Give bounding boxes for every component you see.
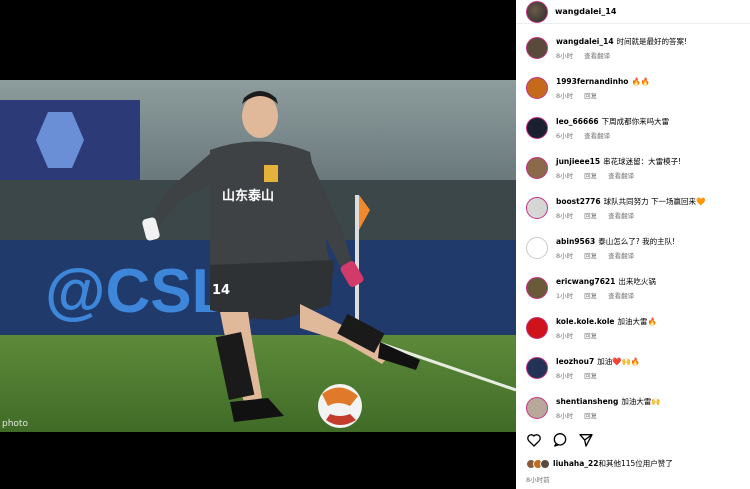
comment-text: 下周成都你来吗大雷 xyxy=(601,117,670,126)
commenter-avatar[interactable] xyxy=(526,397,548,419)
comment-text: 时间就是最好的答案! xyxy=(616,37,688,46)
reply-link[interactable]: 回复 xyxy=(584,250,597,260)
reply-link[interactable]: 回复 xyxy=(584,210,597,220)
comment-item: leozhou7 加油❤️🙌🔥 8小时 回复 xyxy=(526,356,744,380)
comment-text: 串花球迷留：大雷模子! xyxy=(603,157,682,166)
likes-summary[interactable]: liuhaha_22和其他115位用户赞了 xyxy=(526,458,673,469)
comment-time: 8小时 xyxy=(556,212,574,220)
comment-time: 8小时 xyxy=(556,92,574,100)
reply-link[interactable]: 回复 xyxy=(584,290,597,300)
commenter-username[interactable]: boost2776 xyxy=(556,197,601,206)
commenter-avatar[interactable] xyxy=(526,117,548,139)
comment-item: 1993fernandinho 🔥🔥 8小时 回复 xyxy=(526,76,744,100)
comment-item: leo_66666 下周成都你来吗大雷 6小时 查看翻译 xyxy=(526,116,744,140)
commenter-username[interactable]: junjieee15 xyxy=(556,157,600,166)
commenter-username[interactable]: 1993fernandinho xyxy=(556,77,628,86)
reply-link[interactable]: 回复 xyxy=(584,370,597,380)
comment-text: 加油❤️🙌🔥 xyxy=(597,357,641,366)
comment-item: abin9563 泰山怎么了? 我的主队! 8小时 回复 查看翻译 xyxy=(526,236,744,260)
jersey-number: 14 xyxy=(212,283,230,298)
banner-text: @CSL xyxy=(45,257,229,326)
post-header: wangdalei_14 xyxy=(516,0,750,24)
comment-time: 8小时 xyxy=(556,412,574,420)
commenter-avatar[interactable] xyxy=(526,277,548,299)
goalkeeper-kicking-image: @CSL 14 山东泰山 xyxy=(0,80,516,432)
comment-item: boost2776 球队共同努力 下一场赢回来🧡 8小时 回复 查看翻译 xyxy=(526,196,744,220)
see-translation-link[interactable]: 查看翻译 xyxy=(608,290,634,300)
comment-item: kole.kole.kole 加油大雷🔥 8小时 回复 xyxy=(526,316,744,340)
comment-time: 8小时 xyxy=(556,252,574,260)
comment-time: 8小时 xyxy=(556,172,574,180)
likes-text: 和其他115位用户赞了 xyxy=(598,459,673,468)
commenter-username[interactable]: ericwang7621 xyxy=(556,277,615,286)
comment-time: 1小时 xyxy=(556,292,574,300)
comment-panel: wangdalei_14 wangdalei_14 时间就是最好的答案! 8小时查… xyxy=(516,0,750,489)
commenter-username[interactable]: wangdalei_14 xyxy=(556,37,614,46)
see-translation-link[interactable]: 查看翻译 xyxy=(608,170,634,180)
post-photo[interactable]: @CSL 14 山东泰山 photo xyxy=(0,80,516,432)
reply-link[interactable]: 回复 xyxy=(584,410,597,420)
comment-item: junjieee15 串花球迷留：大雷模子! 8小时 回复 查看翻译 xyxy=(526,156,744,180)
author-avatar[interactable] xyxy=(526,0,548,23)
commenter-avatar[interactable] xyxy=(526,37,548,59)
heart-icon[interactable] xyxy=(526,432,542,448)
reply-link[interactable]: 回复 xyxy=(584,90,597,100)
commenter-username[interactable]: leozhou7 xyxy=(556,357,594,366)
comment-time: 8小时 xyxy=(556,372,574,380)
comment-item: wangdalei_14 时间就是最好的答案! 8小时 查看翻译 xyxy=(526,36,744,60)
see-translation-link[interactable]: 查看翻译 xyxy=(608,250,634,260)
comment-text: 泰山怎么了? 我的主队! xyxy=(598,237,676,246)
post-actions xyxy=(526,432,594,448)
comment-time: 8小时 xyxy=(556,332,574,340)
comment-text: 球队共同努力 下一场赢回来🧡 xyxy=(603,197,706,206)
commenter-avatar[interactable] xyxy=(526,357,548,379)
reply-link[interactable]: 回复 xyxy=(584,170,597,180)
commenter-username[interactable]: abin9563 xyxy=(556,237,595,246)
commenter-username[interactable]: kole.kole.kole xyxy=(556,317,615,326)
commenter-avatar[interactable] xyxy=(526,197,548,219)
comment-text: 🔥🔥 xyxy=(631,77,651,86)
liker-username[interactable]: liuhaha_22 xyxy=(553,459,598,468)
comment-text: 出来吃火锅 xyxy=(618,277,656,286)
comment-text: 加油大雷🔥 xyxy=(617,317,657,326)
comment-item: ericwang7621 出来吃火锅 1小时 回复 查看翻译 xyxy=(526,276,744,300)
post-time: 8小时前 xyxy=(526,476,550,484)
comment-time: 6小时 xyxy=(556,132,574,140)
see-translation-link[interactable]: 查看翻译 xyxy=(608,210,634,220)
commenter-avatar[interactable] xyxy=(526,157,548,179)
see-translation-link[interactable]: 查看翻译 xyxy=(584,130,610,140)
commenter-avatar[interactable] xyxy=(526,77,548,99)
comment-item: shentiansheng 加油大雷🙌 8小时 回复 xyxy=(526,396,744,420)
author-username[interactable]: wangdalei_14 xyxy=(555,7,616,16)
jersey-text: 山东泰山 xyxy=(222,188,274,204)
commenter-username[interactable]: shentiansheng xyxy=(556,397,618,406)
comment-text: 加油大雷🙌 xyxy=(621,397,661,406)
comment-time: 8小时 xyxy=(556,52,574,60)
media-pane: @CSL 14 山东泰山 photo xyxy=(0,0,516,489)
reply-link[interactable]: 回复 xyxy=(584,330,597,340)
photo-watermark: photo xyxy=(2,419,28,429)
liker-avatar xyxy=(540,458,550,469)
comment-icon[interactable] xyxy=(552,432,568,448)
commenter-avatar[interactable] xyxy=(526,317,548,339)
commenter-username[interactable]: leo_66666 xyxy=(556,117,599,126)
share-icon[interactable] xyxy=(578,432,594,448)
see-translation-link[interactable]: 查看翻译 xyxy=(584,50,610,60)
commenter-avatar[interactable] xyxy=(526,237,548,259)
